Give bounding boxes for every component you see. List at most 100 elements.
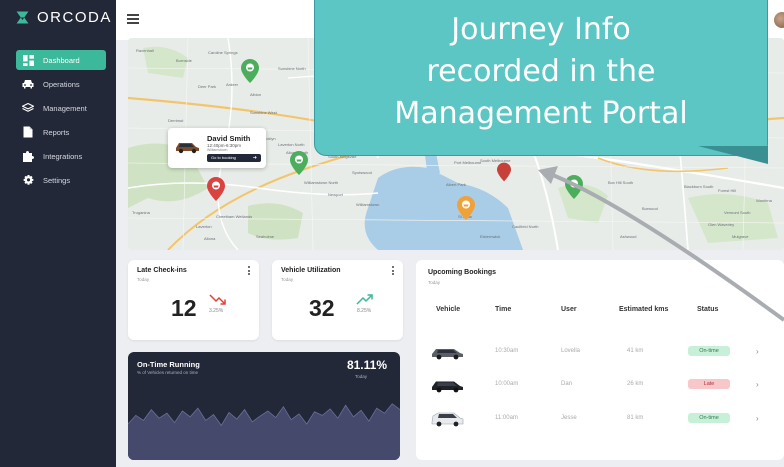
panel-subtitle: Today	[428, 280, 441, 285]
callout-line: recorded in the	[426, 54, 656, 89]
map-place-label: Ashwood	[620, 234, 637, 239]
dashboard-screen: ORCODA Dashboard Operations Management R…	[0, 0, 784, 467]
more-options-icon[interactable]	[248, 266, 251, 276]
booking-user: Jesse	[561, 415, 577, 421]
more-options-icon[interactable]	[392, 266, 395, 276]
map-pin-green-icon[interactable]	[565, 175, 583, 199]
map-place-label: Albert Park	[446, 182, 466, 187]
vehicle-utilization-percent: 8.25%	[357, 308, 372, 314]
column-header-time[interactable]: Time	[495, 306, 511, 313]
late-checkins-card[interactable]: Late Check-ins Today 12 3.25%	[128, 260, 259, 340]
map-place-label: Laverton North	[278, 142, 305, 147]
table-row[interactable]: 11:00am Jesse 81 km On-time ›	[416, 410, 784, 430]
brand[interactable]: ORCODA	[14, 9, 112, 26]
map-place-label: Ardeer	[226, 82, 239, 87]
map-place-label: Newport	[328, 192, 343, 197]
on-time-running-card[interactable]: On-Time Running % of Vehicles returned o…	[128, 352, 400, 460]
map-place-label: Elsternwick	[480, 234, 501, 239]
suv-white-icon	[431, 412, 464, 427]
callout-fold	[698, 146, 768, 164]
map-place-label: Sunshine North	[278, 66, 306, 71]
sidebar-item-operations[interactable]: Operations	[16, 74, 106, 94]
map-place-label: Port Melbourne	[454, 160, 482, 165]
late-checkins-value: 12	[171, 295, 197, 321]
card-subtitle: Today	[137, 277, 150, 282]
chevron-right-icon[interactable]: ›	[756, 414, 759, 423]
map-place-label: Box Hill South	[608, 180, 634, 185]
driver-name: David Smith	[207, 134, 251, 143]
map-place-label: Vermont South	[724, 210, 751, 215]
on-time-value: 81.11%	[346, 358, 387, 372]
annotation-callout: Journey Info recorded in the Management …	[314, 0, 768, 156]
card-subtitle: Today	[281, 277, 294, 282]
status-badge: On-time	[688, 346, 730, 356]
sidebar-item-label: Settings	[43, 175, 71, 185]
table-row[interactable]: 10:00am Dan 26 km Late ›	[416, 376, 784, 396]
map-pin-red-icon[interactable]	[207, 177, 225, 201]
callout-line: Management Portal	[394, 96, 688, 131]
booking-kms: 81 km	[627, 415, 644, 421]
sidebar-item-label: Reports	[43, 127, 70, 137]
trend-down-icon	[209, 294, 226, 305]
vehicle-utilization-value: 32	[309, 295, 335, 321]
column-header-status[interactable]: Status	[697, 306, 718, 313]
map-place-label: Derrimut	[168, 118, 184, 123]
booking-time: 10:30am	[495, 348, 519, 354]
driver-info-card[interactable]: David Smith 12:40pm-6:30pm Williamstown …	[168, 128, 266, 168]
card-subtitle: % of Vehicles returned on time	[137, 370, 199, 375]
map-place-label: Altona	[204, 236, 216, 241]
card-title: Late Check-ins	[137, 267, 187, 274]
chevron-right-icon[interactable]: ›	[756, 347, 759, 356]
card-title: On-Time Running	[137, 360, 200, 369]
sidebar-item-management[interactable]: Management	[16, 98, 106, 118]
sidebar-item-dashboard[interactable]: Dashboard	[16, 50, 106, 70]
column-header-user[interactable]: User	[561, 306, 577, 313]
map-pin-green-icon[interactable]	[241, 59, 259, 83]
map-place-label: Albion	[250, 92, 262, 97]
map-place-label: Blackburn South	[684, 184, 714, 189]
sidebar-item-label: Integrations	[43, 151, 83, 161]
booking-time: 10:00am	[495, 381, 519, 387]
map-place-label: Cheetham Wetlands	[216, 214, 253, 219]
vehicle-utilization-card[interactable]: Vehicle Utilization Today 32 8.25%	[272, 260, 403, 340]
map-place-label: Truganina	[132, 210, 150, 215]
late-checkins-percent: 3.25%	[209, 308, 224, 314]
status-badge: On-time	[688, 413, 730, 423]
grid-icon	[22, 54, 34, 66]
gear-icon	[22, 174, 34, 186]
map-pin-orange-icon[interactable]	[457, 196, 475, 220]
sidebar-item-label: Management	[43, 103, 87, 113]
sidebar-item-settings[interactable]: Settings	[16, 170, 106, 190]
map-place-label: Forest Hill	[718, 188, 737, 193]
car-icon	[22, 78, 34, 90]
map-pin-red-icon[interactable]	[497, 162, 511, 182]
brand-name: ORCODA	[37, 9, 112, 26]
card-title: Vehicle Utilization	[281, 267, 341, 274]
column-header-vehicle[interactable]: Vehicle	[436, 306, 460, 313]
map-place-label: Williamstown	[356, 202, 380, 207]
map-place-label: Burwood	[642, 206, 658, 211]
booking-user: Lovella	[561, 348, 581, 354]
go-to-booking-button[interactable]: Go to booking ➜	[207, 154, 261, 162]
hamburger-menu-icon[interactable]	[127, 14, 139, 24]
map-place-label: Caroline Springs	[208, 50, 238, 55]
document-icon	[22, 126, 34, 138]
sidebar-item-reports[interactable]: Reports	[16, 122, 106, 142]
map-place-label: Mulgrave	[732, 234, 749, 239]
map-pin-green-icon[interactable]	[290, 151, 308, 175]
map-place-label: Sunshine West	[250, 110, 277, 115]
chevron-right-icon[interactable]: ›	[756, 380, 759, 389]
sidebar: ORCODA Dashboard Operations Management R…	[0, 0, 116, 467]
callout-line: Journey Info	[451, 12, 631, 47]
map-place-label: Wantirna	[756, 198, 772, 203]
table-row[interactable]: 10:30am Lovella 41 km On-time ›	[416, 343, 784, 363]
map-place-label: Caulfield North	[512, 224, 539, 229]
layers-icon	[22, 102, 34, 114]
map-place-label: Williamstown North	[304, 180, 339, 185]
sidebar-item-label: Dashboard	[43, 55, 80, 65]
column-header-estimated-kms[interactable]: Estimated kms	[619, 306, 668, 313]
sidebar-item-integrations[interactable]: Integrations	[16, 146, 106, 166]
puzzle-icon	[22, 150, 34, 162]
avatar[interactable]	[774, 12, 784, 28]
map-place-label: Spotswood	[352, 170, 372, 175]
